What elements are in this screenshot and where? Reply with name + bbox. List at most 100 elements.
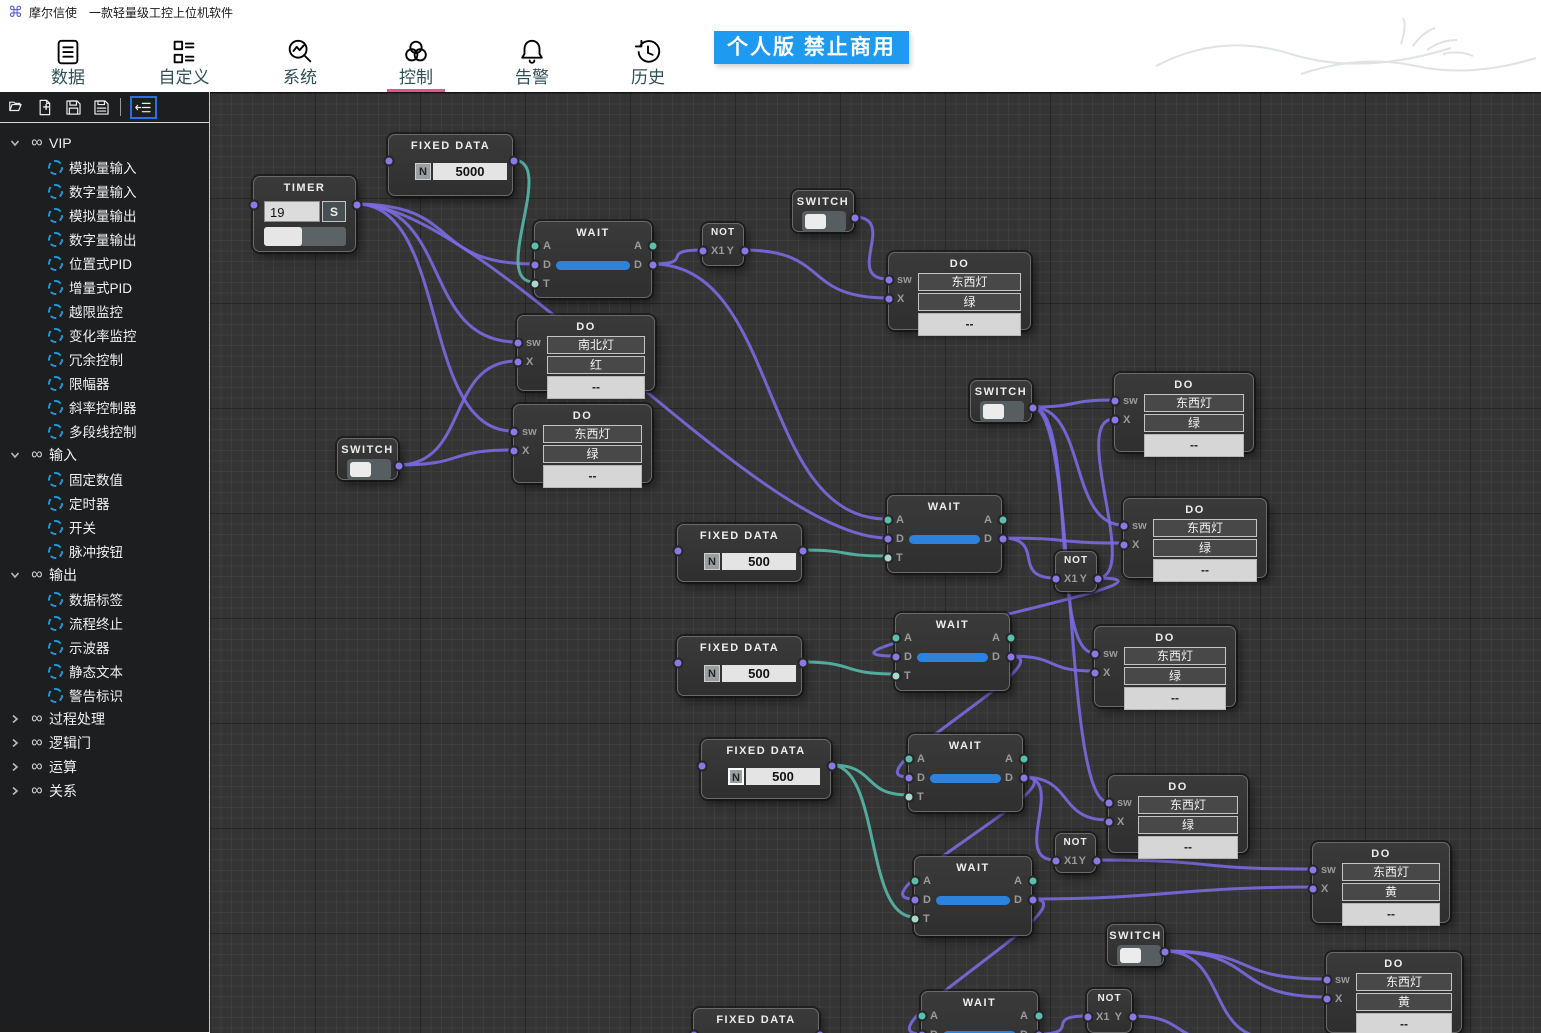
node-do3[interactable]: DO东西灯绿--swX: [513, 404, 652, 483]
fixed-data-value-field[interactable]: 500: [746, 768, 820, 785]
output-port-A[interactable]: [1019, 754, 1030, 765]
node-not4[interactable]: NOTX1Y: [1055, 833, 1096, 873]
node-do2[interactable]: DO南北灯红--swX: [517, 315, 655, 391]
input-port-X[interactable]: [509, 446, 520, 457]
do-device-field[interactable]: 东西灯: [1124, 647, 1226, 665]
node-do7[interactable]: DO东西灯绿--swX: [1108, 775, 1248, 853]
tree-item-固定数值[interactable]: 固定数值: [0, 467, 209, 491]
nav-item-custom[interactable]: 自定义: [126, 37, 242, 92]
output-port-D[interactable]: [648, 260, 659, 271]
input-port-T[interactable]: [891, 671, 902, 682]
tree-item-位置式PID[interactable]: 位置式PID: [0, 251, 209, 275]
do-device-field[interactable]: 东西灯: [1153, 519, 1257, 537]
nav-item-system[interactable]: 系统: [242, 37, 358, 92]
input-port-A[interactable]: [910, 876, 921, 887]
node-do4[interactable]: DO东西灯绿--swX: [1114, 373, 1254, 452]
output-port[interactable]: [815, 1030, 826, 1033]
tree-item-增量式PID[interactable]: 增量式PID: [0, 275, 209, 299]
node-not1[interactable]: NOTX1Y: [702, 223, 744, 266]
output-port[interactable]: [352, 200, 363, 211]
do-device-field[interactable]: 南北灯: [547, 336, 645, 354]
output-port[interactable]: [798, 658, 809, 669]
output-port-A[interactable]: [998, 515, 1009, 526]
output-port[interactable]: [827, 761, 838, 772]
input-port-sw[interactable]: [509, 427, 520, 438]
input-port-T[interactable]: [910, 914, 921, 925]
tree-item-越限监控[interactable]: 越限监控: [0, 299, 209, 323]
tree-item-示波器[interactable]: 示波器: [0, 635, 209, 659]
node-not5[interactable]: NOTX1Y: [1087, 989, 1132, 1033]
input-port[interactable]: [673, 546, 684, 557]
input-port-X[interactable]: [1119, 540, 1130, 551]
tree-group-VIP[interactable]: ∞VIP: [0, 131, 209, 155]
do-channel-field[interactable]: 绿: [1124, 667, 1226, 685]
do-channel-field[interactable]: 绿: [543, 445, 642, 463]
output-port[interactable]: [798, 546, 809, 557]
input-port[interactable]: [697, 761, 708, 772]
switch-toggle[interactable]: [347, 459, 391, 480]
input-port-sw[interactable]: [1322, 975, 1333, 986]
save-button[interactable]: [64, 98, 83, 117]
timer-unit-button[interactable]: S: [322, 201, 346, 222]
node-do6[interactable]: DO东西灯绿--swX: [1094, 626, 1236, 707]
node-fd500b[interactable]: FIXED DATAN500: [677, 636, 802, 696]
output-port-A[interactable]: [1034, 1011, 1045, 1022]
tree-item-静态文本[interactable]: 静态文本: [0, 659, 209, 683]
nav-item-alarm[interactable]: 告警: [474, 37, 590, 92]
do-channel-field[interactable]: 绿: [918, 293, 1021, 311]
input-port-D[interactable]: [910, 895, 921, 906]
do-channel-field[interactable]: 绿: [1153, 539, 1257, 557]
open-folder-button[interactable]: [8, 98, 27, 117]
node-timer1[interactable]: TIMER19S: [253, 176, 356, 252]
input-port[interactable]: [384, 156, 395, 167]
switch-toggle[interactable]: [980, 401, 1024, 422]
output-port-D[interactable]: [1028, 895, 1039, 906]
node-wait4[interactable]: WAITADTAD: [908, 734, 1023, 812]
nav-item-control[interactable]: 控制: [358, 37, 474, 92]
node-do5[interactable]: DO东西灯绿--swX: [1123, 498, 1267, 578]
do-device-field[interactable]: 东西灯: [1138, 796, 1238, 814]
do-channel-field[interactable]: 红: [547, 356, 645, 374]
tree-item-数字量输入[interactable]: 数字量输入: [0, 179, 209, 203]
node-do1[interactable]: DO东西灯绿--swX: [888, 252, 1031, 330]
fixed-data-type-tag[interactable]: N: [704, 665, 720, 682]
fixed-data-type-tag[interactable]: N: [728, 768, 744, 785]
output-port-D[interactable]: [1006, 652, 1017, 663]
do-device-field[interactable]: 东西灯: [543, 425, 642, 443]
fixed-data-value-field[interactable]: 5000: [433, 163, 507, 180]
input-port-sw[interactable]: [1308, 865, 1319, 876]
tree-item-数据标签[interactable]: 数据标签: [0, 587, 209, 611]
node-switch2[interactable]: SWITCH: [337, 438, 398, 480]
input-port-D[interactable]: [891, 652, 902, 663]
timer-progress-track[interactable]: [264, 227, 346, 246]
output-port-Y[interactable]: [1092, 856, 1103, 867]
tree-item-多段线控制[interactable]: 多段线控制: [0, 419, 209, 443]
tree-item-开关[interactable]: 开关: [0, 515, 209, 539]
output-port[interactable]: [850, 213, 861, 224]
fixed-data-type-tag[interactable]: N: [415, 163, 431, 180]
node-do9[interactable]: DO东西灯黄--swX: [1326, 952, 1462, 1033]
input-port-X[interactable]: [1090, 668, 1101, 679]
input-port-sw[interactable]: [1119, 521, 1130, 532]
input-port[interactable]: [249, 200, 260, 211]
collapse-panel-button[interactable]: [130, 96, 157, 119]
input-port-A[interactable]: [891, 633, 902, 644]
node-fdbottom[interactable]: FIXED DATA: [693, 1008, 819, 1033]
do-device-field[interactable]: 东西灯: [1342, 863, 1440, 881]
tree-item-限幅器[interactable]: 限幅器: [0, 371, 209, 395]
node-wait5[interactable]: WAITADTAD: [914, 856, 1032, 936]
output-port[interactable]: [394, 461, 405, 472]
output-port-A[interactable]: [648, 241, 659, 252]
tree-item-脉冲按钮[interactable]: 脉冲按钮: [0, 539, 209, 563]
new-file-button[interactable]: [36, 98, 55, 117]
input-port-D[interactable]: [530, 260, 541, 271]
tree-group-逻辑门[interactable]: ∞逻辑门: [0, 731, 209, 755]
output-port-D[interactable]: [1019, 773, 1030, 784]
node-switch3[interactable]: SWITCH: [970, 380, 1032, 422]
output-port[interactable]: [1160, 947, 1171, 958]
nav-item-history[interactable]: 历史: [590, 37, 706, 92]
node-do8[interactable]: DO东西灯黄--swX: [1312, 842, 1450, 923]
input-port-A[interactable]: [904, 754, 915, 765]
input-port-D[interactable]: [904, 773, 915, 784]
node-wait2[interactable]: WAITADTAD: [887, 495, 1002, 573]
